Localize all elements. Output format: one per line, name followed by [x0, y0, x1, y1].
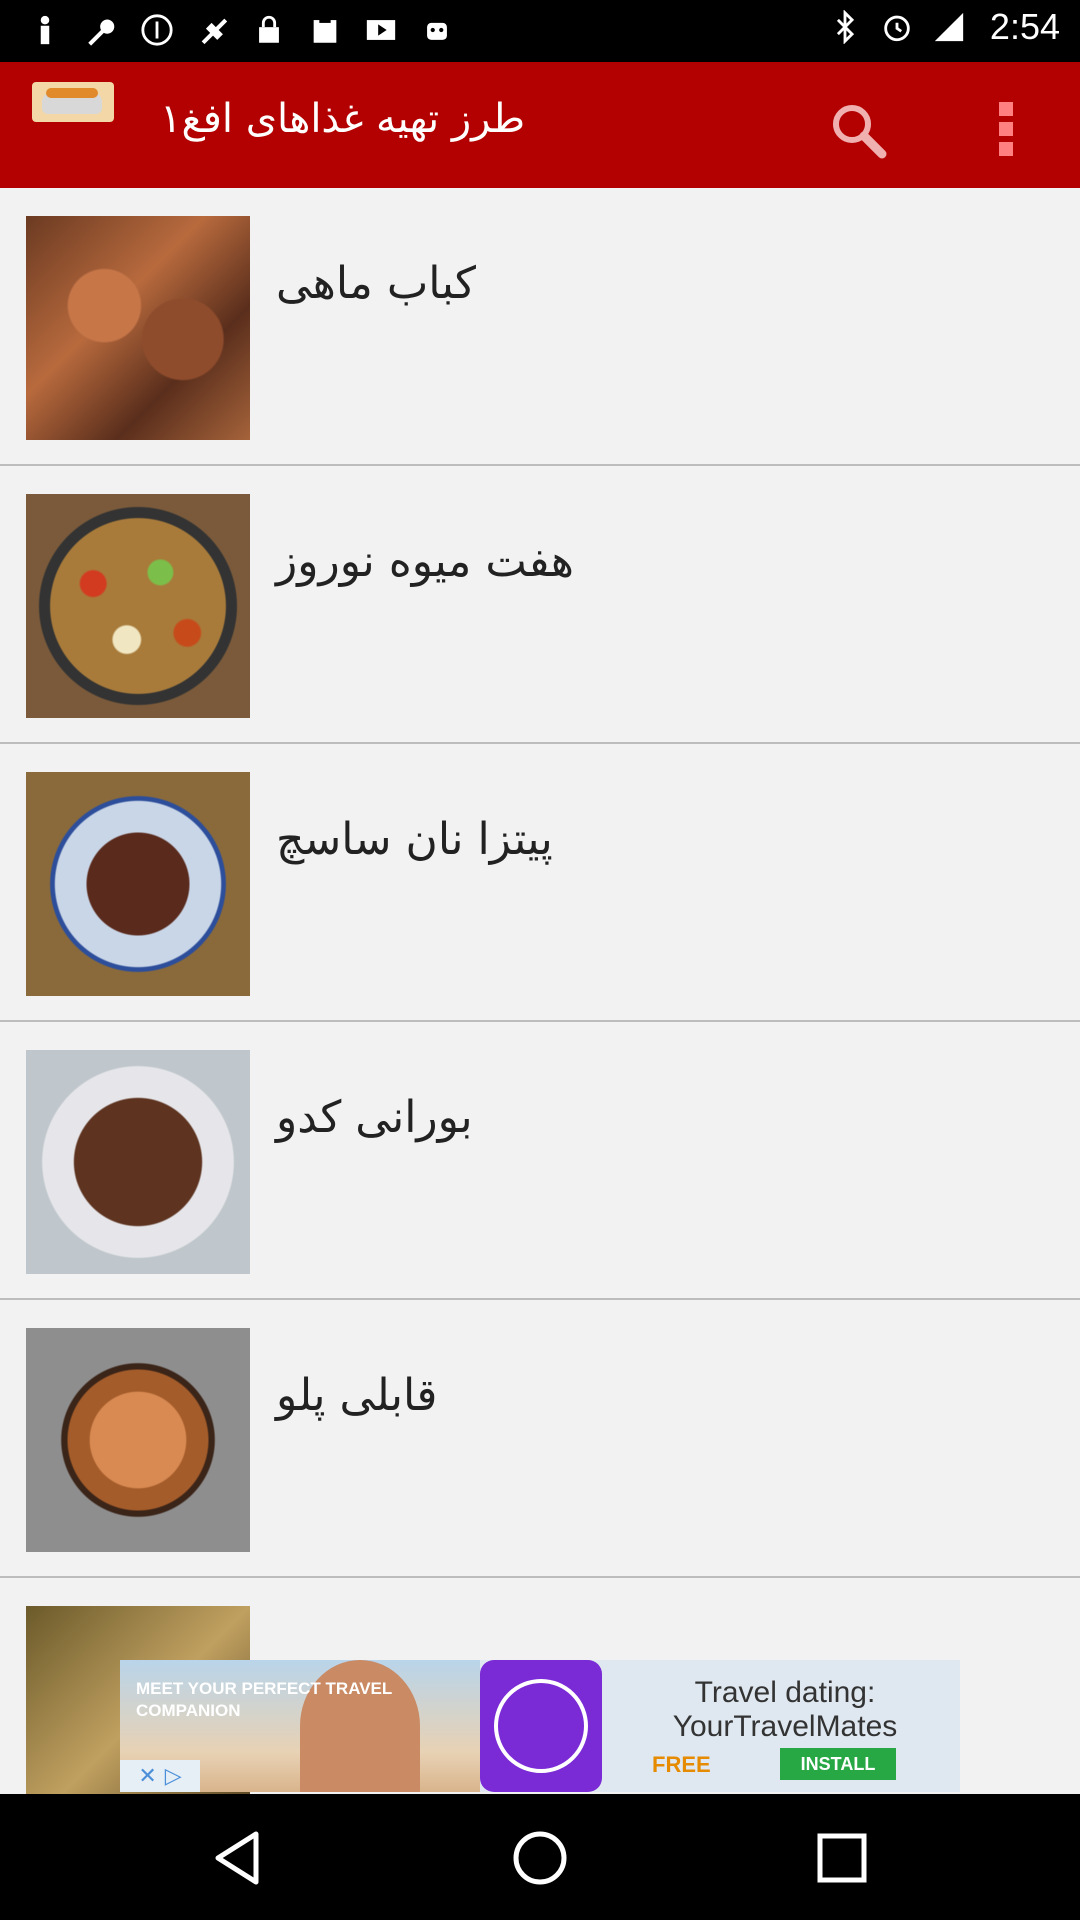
- wrench-icon: [84, 10, 118, 50]
- recipe-title: کباب ماهی: [276, 258, 476, 309]
- recipe-title: پیتزا نان ساسچ: [276, 814, 553, 865]
- recipe-title: هفت میوه نوروز: [276, 536, 574, 587]
- play-icon: [364, 10, 398, 50]
- android-icon: [420, 10, 454, 50]
- satellite-icon: [196, 10, 230, 50]
- back-button[interactable]: [206, 1826, 270, 1890]
- search-button[interactable]: [826, 98, 890, 162]
- search-icon: [833, 105, 887, 159]
- recipe-title: قابلی پلو: [276, 1370, 438, 1421]
- ad-choices[interactable]: ✕ ▷: [120, 1760, 200, 1792]
- recipe-thumbnail: [26, 216, 250, 440]
- ad-app-icon: [480, 1660, 602, 1792]
- bluetooth-icon: [828, 7, 862, 47]
- list-item[interactable]: کباب ماهی: [0, 188, 1080, 466]
- recents-icon: [817, 1833, 867, 1883]
- list-item[interactable]: پیتزا نان ساسچ: [0, 744, 1080, 1022]
- ad-tagline: MEET YOUR PERFECT TRAVEL COMPANION: [136, 1679, 392, 1720]
- recents-button[interactable]: [810, 1826, 874, 1890]
- ad-headline: Travel dating: YourTravelMates: [672, 1676, 898, 1743]
- recipe-list: کباب ماهی هفت میوه نوروز پیتزا نان ساسچ …: [0, 188, 1080, 1856]
- notification-icon: [28, 10, 62, 50]
- home-button[interactable]: [508, 1826, 572, 1890]
- app-title: طرز تهیه غذاهای افغ۱: [160, 96, 526, 142]
- home-icon: [513, 1831, 567, 1885]
- alarm-icon: [880, 7, 914, 47]
- list-item[interactable]: بورانی کدو: [0, 1022, 1080, 1300]
- clock: 2:54: [989, 6, 1060, 47]
- recipe-thumbnail: [26, 494, 250, 718]
- info-icon: [140, 10, 174, 50]
- ad-banner[interactable]: MEET YOUR PERFECT TRAVEL COMPANION Trave…: [120, 1660, 960, 1792]
- list-item[interactable]: هفت میوه نوروز: [0, 466, 1080, 744]
- close-icon[interactable]: ✕: [138, 1764, 156, 1789]
- app-bar: طرز تهیه غذاهای افغ۱: [0, 62, 1080, 188]
- clipboard-icon: [308, 10, 342, 50]
- list-item[interactable]: قابلی پلو: [0, 1300, 1080, 1578]
- navigation-bar: [0, 1794, 1080, 1920]
- recipe-thumbnail: [26, 1328, 250, 1552]
- status-bar: 2:54: [0, 0, 1080, 62]
- ad-price: FREE: [652, 1752, 711, 1777]
- overflow-menu-button[interactable]: [982, 98, 1030, 162]
- signal-icon: [932, 7, 966, 47]
- app-logo: [32, 82, 114, 122]
- recipe-thumbnail: [26, 772, 250, 996]
- ad-install-button[interactable]: INSTALL: [780, 1748, 896, 1780]
- adchoices-icon[interactable]: ▷: [165, 1764, 182, 1789]
- recipe-thumbnail: [26, 1050, 250, 1274]
- lock-icon: [252, 10, 286, 50]
- recipe-title: بورانی کدو: [276, 1092, 473, 1143]
- back-icon: [215, 1831, 259, 1885]
